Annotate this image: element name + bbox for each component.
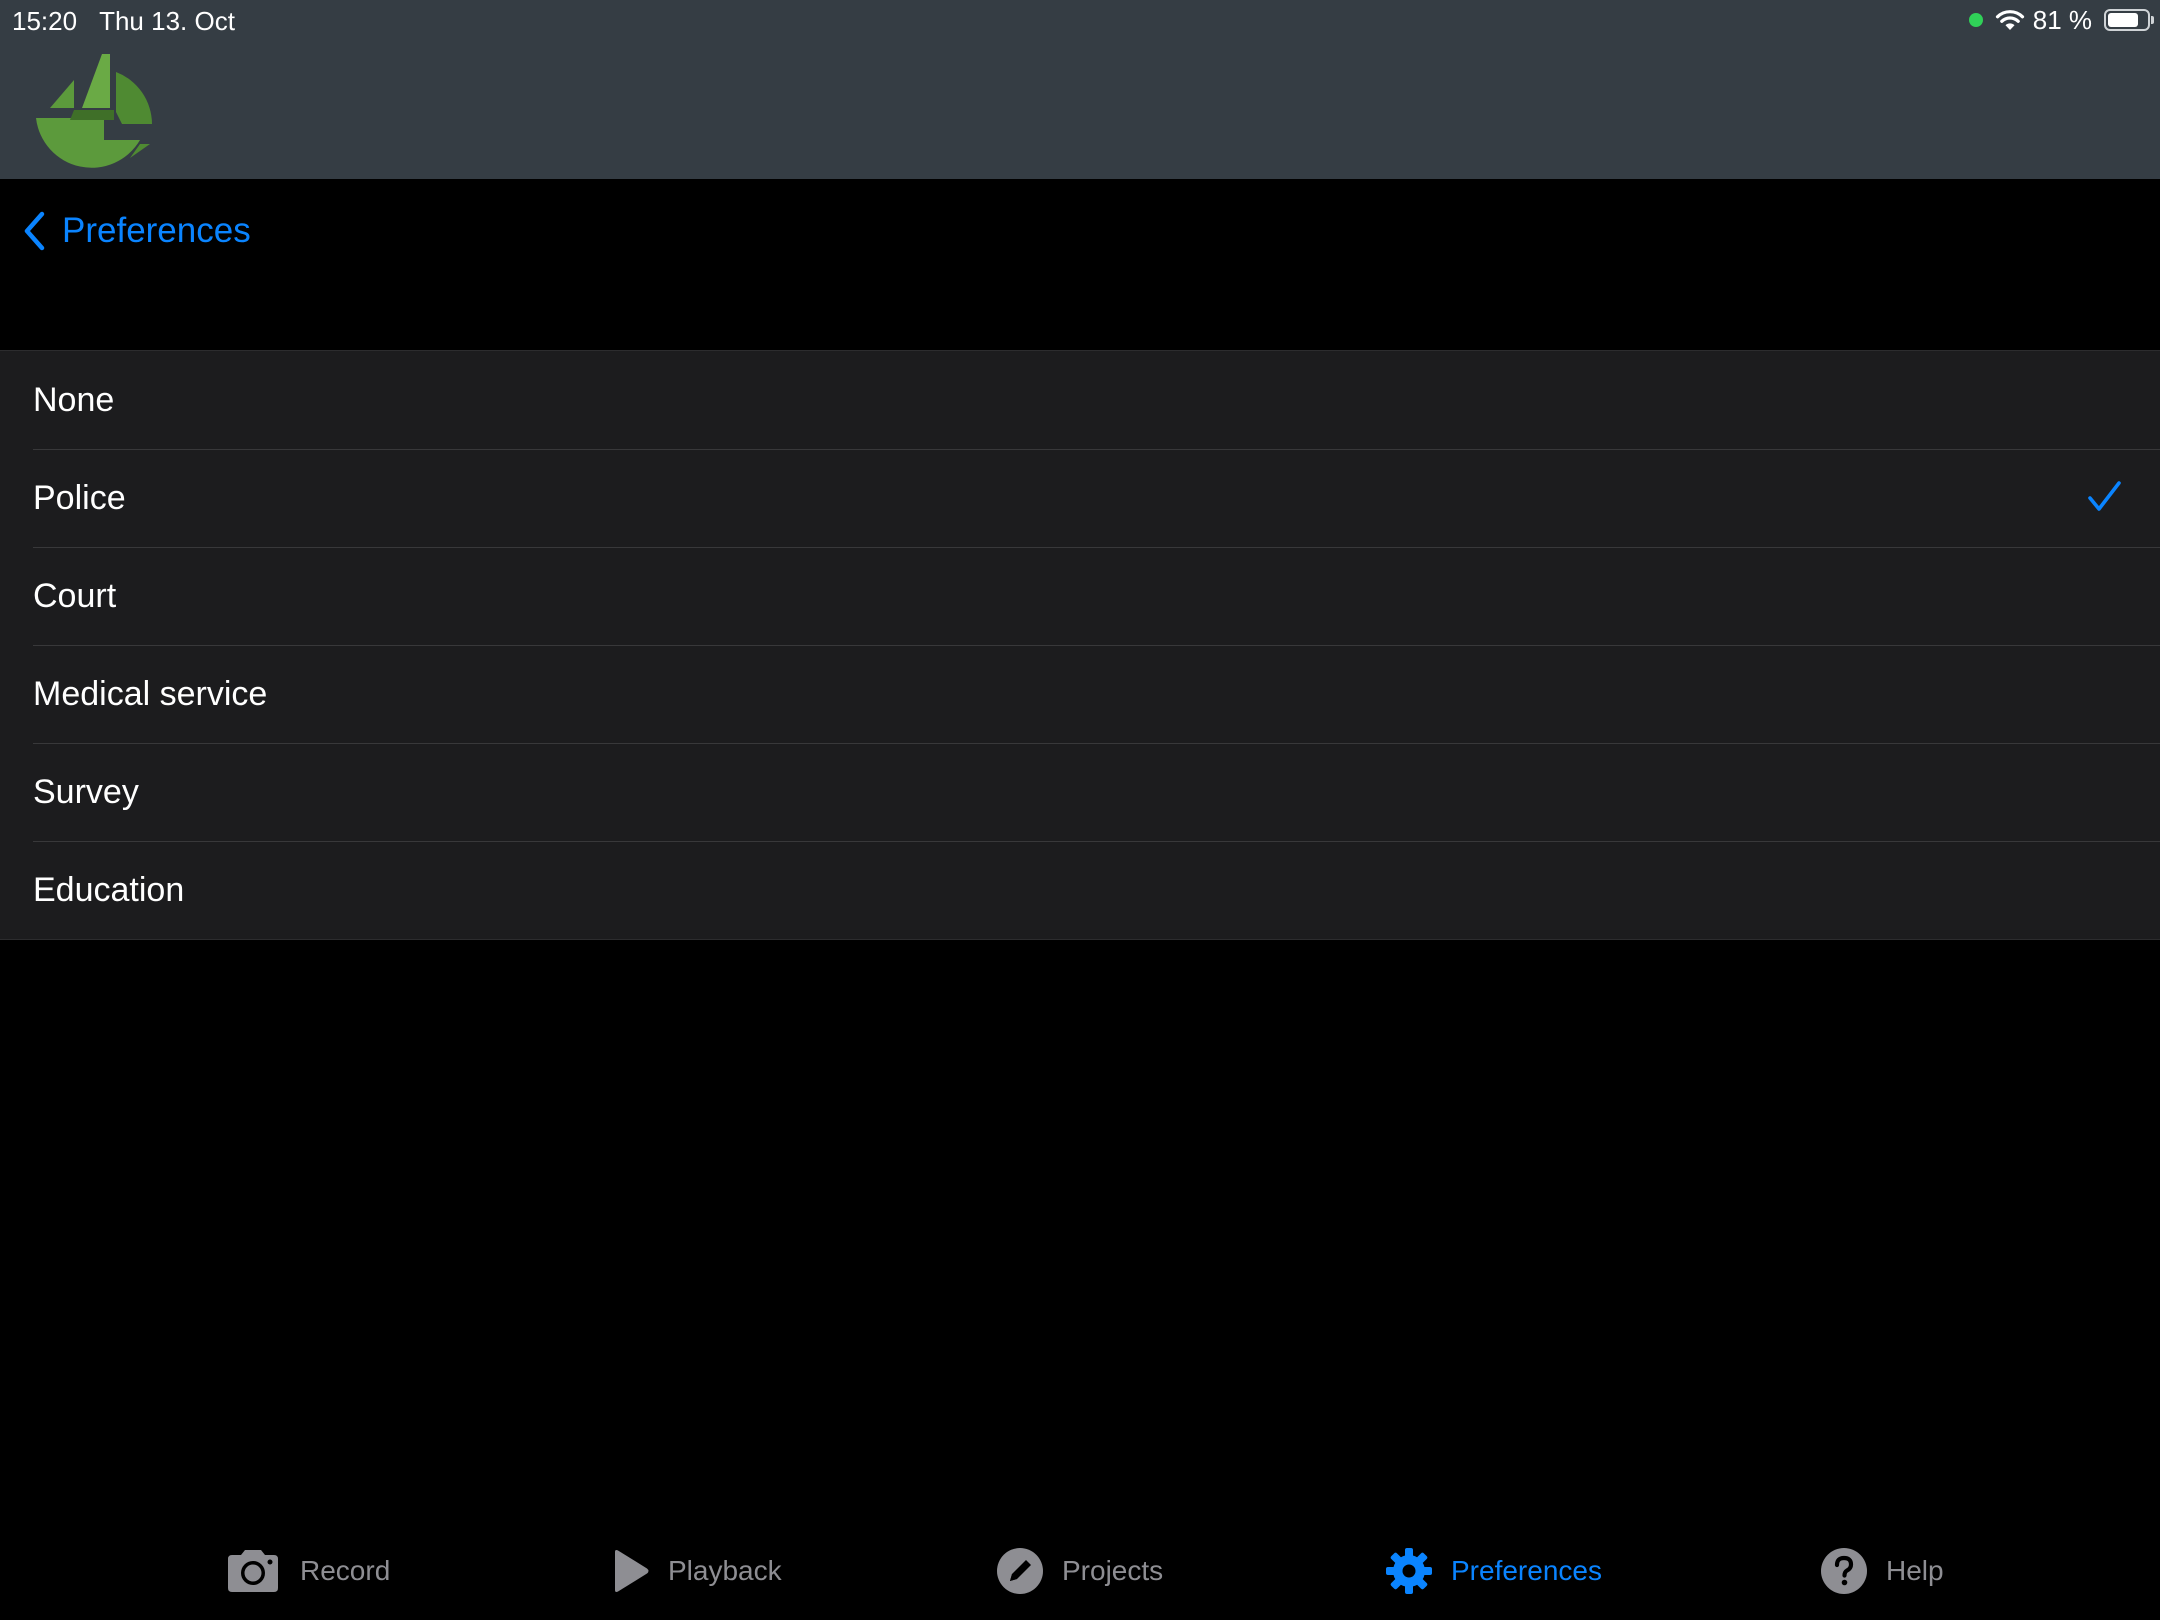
back-label: Preferences	[62, 211, 251, 250]
tab-help[interactable]: Help	[1820, 1544, 1944, 1598]
play-icon	[615, 1550, 649, 1592]
app-header: 15:20 Thu 13. Oct 81 %	[0, 0, 2160, 179]
battery-fill	[2108, 13, 2139, 27]
option-row-police[interactable]: Police	[0, 449, 2160, 547]
app-logo-icon	[36, 54, 152, 168]
status-time: 15:20	[12, 6, 78, 36]
gear-icon	[1386, 1548, 1432, 1594]
status-bar-left: 15:20 Thu 13. Oct	[12, 6, 235, 37]
tab-record[interactable]: Record	[224, 1544, 390, 1598]
option-label: Education	[33, 870, 185, 909]
tab-bar: Record Playback Projects Preferences Hel…	[0, 1520, 2160, 1620]
option-label: Court	[33, 576, 117, 615]
option-row-survey[interactable]: Survey	[0, 743, 2160, 841]
option-label: None	[33, 380, 115, 419]
option-row-court[interactable]: Court	[0, 547, 2160, 645]
wifi-icon	[1995, 10, 2024, 30]
app-root: 15:20 Thu 13. Oct 81 % Preferences None …	[0, 0, 2160, 1620]
options-list: None Police Court Medical service Survey…	[0, 350, 2160, 940]
tab-label: Playback	[668, 1555, 782, 1586]
tab-label: Projects	[1062, 1555, 1164, 1586]
status-bar-right: 81 %	[1968, 4, 2154, 36]
help-icon	[1821, 1548, 1867, 1594]
status-date: Thu 13. Oct	[99, 6, 235, 36]
battery-nub	[2151, 16, 2154, 24]
tab-projects[interactable]: Projects	[996, 1544, 1163, 1598]
option-row-medical-service[interactable]: Medical service	[0, 645, 2160, 743]
tab-label: Help	[1886, 1555, 1944, 1586]
chevron-left-icon	[24, 211, 45, 251]
camera-icon	[228, 1550, 278, 1592]
battery-icon	[2104, 9, 2154, 31]
back-button[interactable]: Preferences	[22, 206, 251, 256]
mic-indicator-icon	[1968, 13, 1983, 27]
option-row-none[interactable]: None	[0, 351, 2160, 449]
option-label: Survey	[33, 772, 139, 811]
tab-label: Record	[300, 1555, 391, 1586]
pencil-icon	[997, 1548, 1043, 1594]
option-label: Medical service	[33, 674, 268, 713]
tab-playback[interactable]: Playback	[612, 1544, 782, 1598]
checkmark-icon	[2088, 481, 2121, 511]
battery-percent: 81 %	[2032, 4, 2092, 35]
tab-preferences[interactable]: Preferences	[1385, 1544, 1602, 1598]
tab-label: Preferences	[1451, 1555, 1602, 1586]
option-label: Police	[33, 478, 126, 517]
option-row-education[interactable]: Education	[0, 841, 2160, 939]
